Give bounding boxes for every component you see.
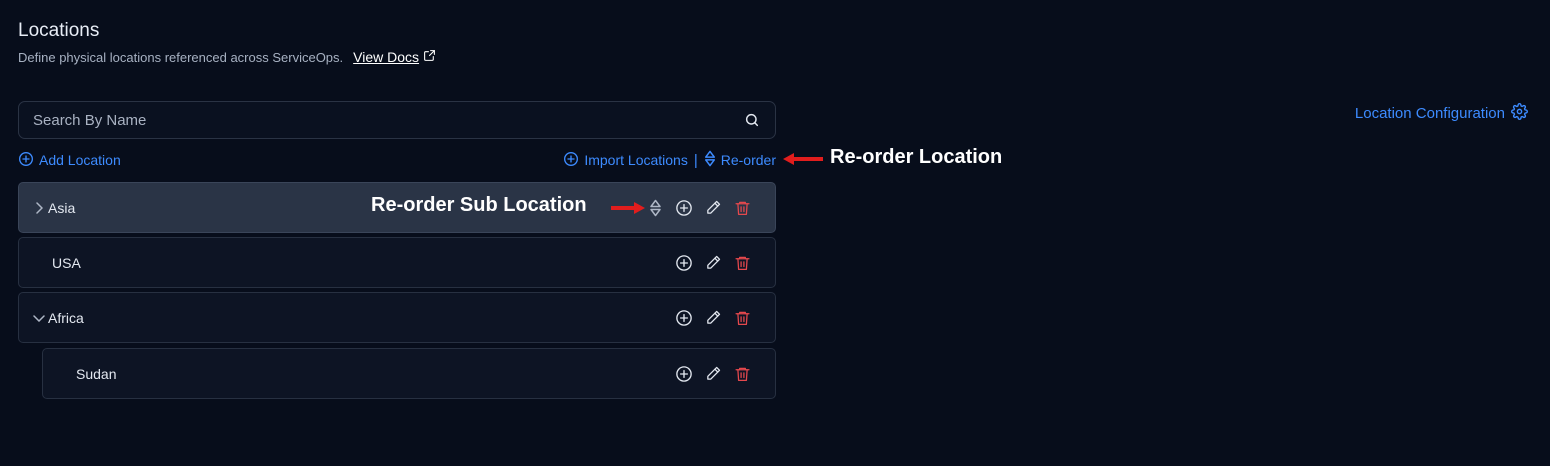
annotation-arrow-right [611,202,645,214]
chevron-down-icon[interactable] [32,314,46,322]
annotation-reorder-sub-location: Re-order Sub Location [371,194,587,216]
search-box [18,101,776,139]
pencil-icon[interactable] [704,199,722,217]
view-docs-link[interactable]: View Docs [353,49,436,65]
location-row-usa[interactable]: USA [18,237,776,288]
trash-icon[interactable] [733,199,751,217]
toolbar-right-actions: Import Locations | Re-order [563,150,776,170]
reorder-icon[interactable] [646,199,664,217]
reorder-label: Re-order [720,152,776,168]
annotation-arrow-left [783,153,823,165]
row-actions [675,238,751,287]
location-configuration-link[interactable]: Location Configuration [1355,103,1528,124]
external-link-icon [423,49,436,65]
reorder-icon [704,150,716,170]
trash-icon[interactable] [733,309,751,327]
add-location-label: Add Location [39,152,121,168]
location-toolbar: Add Location Import Locations | Re-order [18,150,776,170]
pencil-icon[interactable] [704,365,722,383]
reorder-button[interactable]: Re-order [704,150,776,170]
add-location-button[interactable]: Add Location [18,151,121,170]
plus-circle-icon[interactable] [675,254,693,272]
pencil-icon[interactable] [704,309,722,327]
pencil-icon[interactable] [704,254,722,272]
gear-icon [1511,103,1528,124]
subtitle-text: Define physical locations referenced acr… [18,49,344,65]
toolbar-separator: | [693,151,698,169]
trash-icon[interactable] [733,365,751,383]
location-row-africa[interactable]: Africa [18,292,776,343]
location-name: USA [52,254,81,271]
location-name: Africa [48,309,84,326]
page-title: Locations [18,20,100,41]
view-docs-label: View Docs [353,49,420,65]
location-row-sudan[interactable]: Sudan [42,348,776,399]
search-icon[interactable] [743,111,761,129]
plus-circle-icon [18,151,34,170]
trash-icon[interactable] [733,254,751,272]
search-input[interactable] [33,111,743,129]
plus-circle-icon[interactable] [675,309,693,327]
plus-circle-icon [563,151,579,170]
row-actions [675,293,751,342]
location-configuration-label: Location Configuration [1354,105,1505,122]
locations-page: Locations Define physical locations refe… [0,0,1550,466]
plus-circle-icon[interactable] [675,199,693,217]
chevron-right-icon[interactable] [32,201,46,214]
page-subtitle: Define physical locations referenced acr… [18,49,436,65]
row-actions [675,349,751,398]
location-name: Sudan [76,365,117,382]
annotation-reorder-location: Re-order Location [830,146,1003,168]
location-row-asia[interactable]: Asia Re-order Sub Location [18,182,776,233]
import-locations-label: Import Locations [584,152,688,168]
location-name: Asia [48,199,76,216]
row-actions [646,183,751,232]
plus-circle-icon[interactable] [675,365,693,383]
import-locations-button[interactable]: Import Locations [563,151,688,170]
